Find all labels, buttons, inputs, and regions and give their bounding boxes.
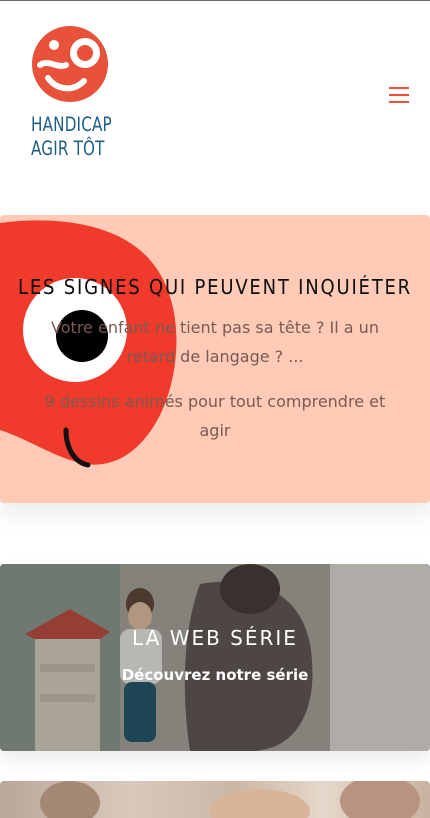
card-title: LA WEB SÉRIE: [132, 626, 298, 650]
card-text-2: 9 dessins animés pour tout comprendre et…: [44, 392, 386, 440]
site-logo[interactable]: HANDICAP AGIR TÔT: [30, 23, 114, 165]
image-overlay: [0, 564, 430, 751]
hamburger-icon[interactable]: [387, 85, 411, 105]
site-header: HANDICAP AGIR TÔT: [0, 1, 430, 186]
card-photo: [40, 781, 420, 818]
logo-wordmark: HANDICAP AGIR TÔT: [31, 113, 112, 161]
signs-card[interactable]: LES SIGNES QUI PEUVENT INQUIÉTER Votre e…: [0, 215, 430, 503]
card-subtitle: Découvrez notre série: [121, 666, 309, 684]
web-series-card[interactable]: LA WEB SÉRIE Découvrez notre série: [0, 564, 430, 751]
logo-line-2: AGIR TÔT: [31, 137, 105, 160]
next-card[interactable]: [0, 781, 430, 818]
card-title: LES SIGNES QUI PEUVENT INQUIÉTER: [18, 275, 412, 299]
logo-mark-icon: [32, 26, 108, 102]
logo-line-1: HANDICAP: [31, 113, 112, 136]
card-text-1: Votre enfant ne tient pas sa tête ? Il a…: [51, 318, 379, 366]
